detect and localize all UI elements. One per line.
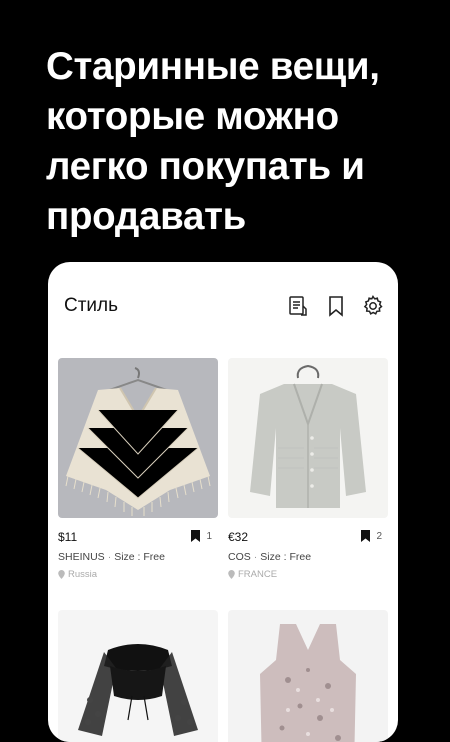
save-button[interactable]: 2 (361, 530, 382, 542)
gear-icon[interactable] (361, 294, 385, 318)
bookmark-filled-icon (361, 530, 371, 542)
promo-headline: Старинные вещи, которые можно легко поку… (46, 42, 426, 242)
item-meta: SHEINUS · Size : Free (58, 551, 165, 563)
product-card[interactable] (228, 610, 388, 742)
product-photo-poncho[interactable] (58, 358, 218, 518)
brand: SHEINUS (58, 551, 105, 563)
headline-line-2: которые можно (46, 95, 339, 138)
save-count: 1 (206, 530, 212, 542)
size: Size : Free (114, 551, 165, 563)
save-button[interactable]: 1 (191, 530, 212, 542)
brand: COS (228, 551, 251, 563)
headline-line-3: легко покупать и (46, 145, 365, 188)
price: €32 (228, 530, 249, 544)
bookmark-filled-icon (191, 530, 201, 542)
location-label: Russia (68, 569, 98, 580)
headline-line-1: Старинные вещи, (46, 45, 380, 88)
price: $11 (58, 530, 78, 544)
bookmark-icon[interactable] (324, 294, 348, 318)
size: Size : Free (260, 551, 312, 563)
item-location: FRANCE (228, 569, 388, 580)
location-label: FRANCE (238, 569, 278, 580)
item-meta: COS · Size : Free (228, 551, 312, 563)
location-pin-icon (58, 570, 65, 579)
item-location: Russia (58, 569, 218, 580)
product-card[interactable]: $11 1 SHEINUS · Size : Free Russia (58, 358, 218, 580)
product-photo-vest[interactable] (228, 610, 388, 742)
product-photo-cardigan[interactable] (228, 358, 388, 518)
product-photo-blouse[interactable] (58, 610, 218, 742)
save-count: 2 (376, 530, 382, 542)
headline-line-4: продавать (46, 195, 247, 238)
product-card[interactable] (58, 610, 218, 742)
app-screen: Стиль $11 1 SHEINUS · Size: Free Russia… (48, 262, 398, 742)
document-icon[interactable] (286, 294, 310, 318)
product-card[interactable]: €32 2 COS · Size : Free FRANCE (228, 358, 388, 580)
location-pin-icon (228, 570, 235, 579)
page-title: Стиль (64, 295, 119, 316)
